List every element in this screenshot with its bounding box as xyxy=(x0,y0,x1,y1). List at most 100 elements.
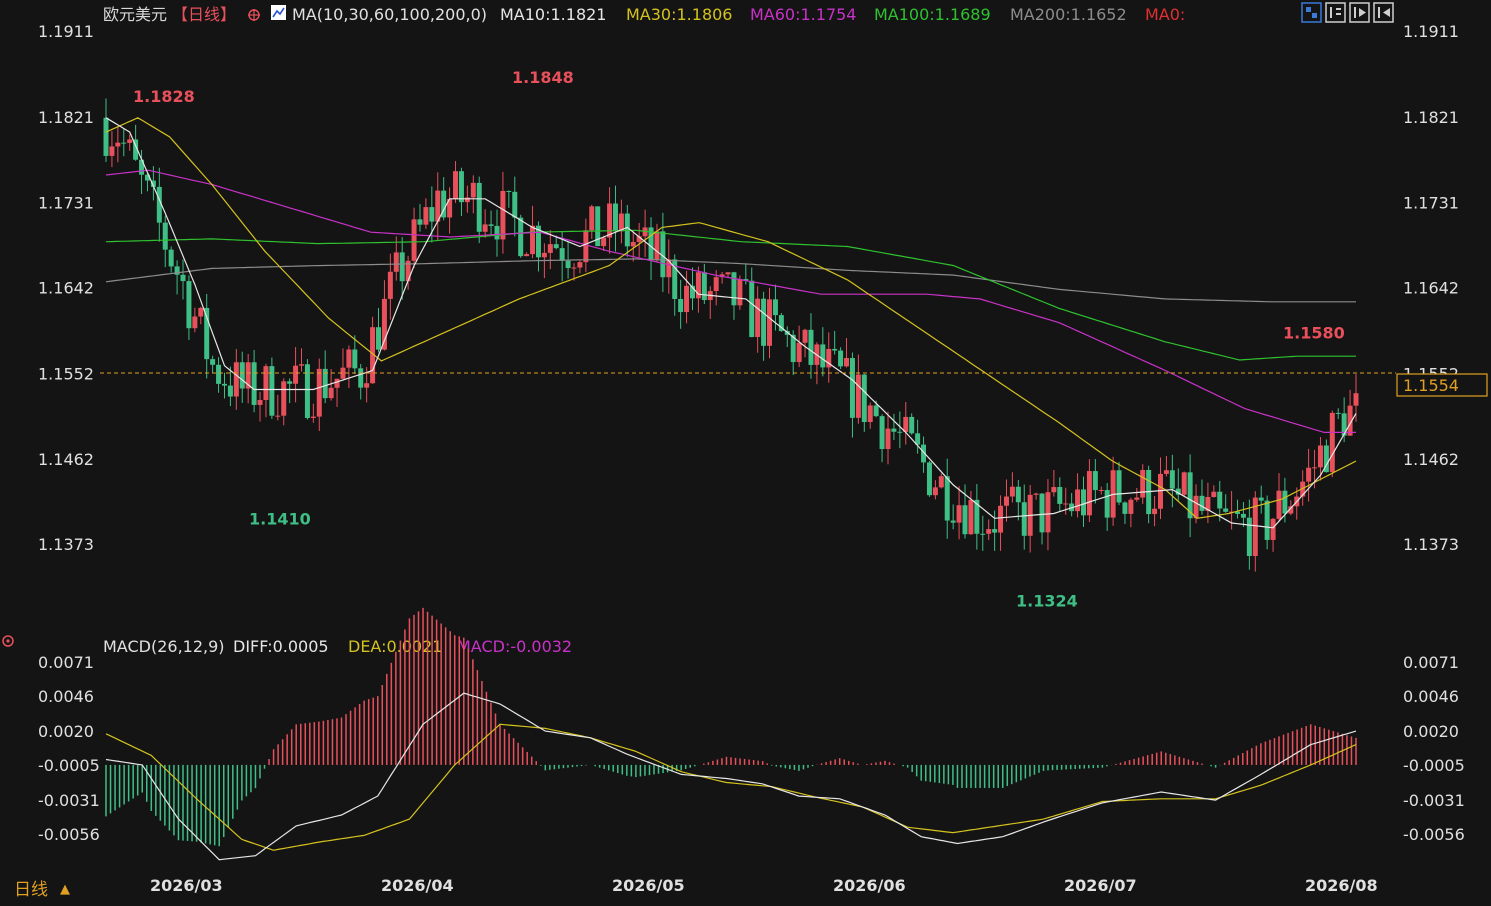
symbol-title: 欧元美元 xyxy=(103,5,167,24)
candle-body xyxy=(275,415,281,417)
date-tick: 2026/08 xyxy=(1305,876,1378,895)
candle-body xyxy=(227,385,233,397)
forex-chart[interactable]: 欧元美元 【日线】 MA(10,30,60,100,200,0) MA10:1.… xyxy=(0,0,1491,906)
candle[interactable] xyxy=(269,357,275,419)
candle-body xyxy=(488,224,494,226)
candle[interactable] xyxy=(1181,471,1187,497)
period-tag[interactable]: 【日线】 xyxy=(172,5,236,24)
candle-body xyxy=(684,285,690,313)
candle-body xyxy=(1021,502,1027,536)
candle-body xyxy=(713,277,719,292)
macd-tick-left: 0.0020 xyxy=(38,722,94,741)
candle-body xyxy=(1240,513,1246,518)
price-tick-right: 1.1373 xyxy=(1403,535,1459,554)
price-tick-left: 1.1642 xyxy=(38,279,94,298)
candle-body xyxy=(500,190,506,240)
candle-body xyxy=(968,499,974,535)
candle-body xyxy=(1128,499,1134,514)
candle-body xyxy=(962,505,968,535)
candle-body xyxy=(393,252,399,272)
price-tick-right: 1.1731 xyxy=(1403,194,1459,213)
candle-body xyxy=(820,344,826,368)
candle-body xyxy=(1015,486,1021,503)
price-tick-left: 1.1821 xyxy=(38,108,94,127)
price-tick-left: 1.1911 xyxy=(38,22,94,41)
candle-body xyxy=(980,533,986,535)
price-tick-left: 1.1373 xyxy=(38,535,94,554)
candle[interactable] xyxy=(1329,410,1335,478)
candle-body xyxy=(1009,486,1015,497)
macd-tick-right: 0.0046 xyxy=(1403,687,1459,706)
candle-body xyxy=(855,374,861,418)
candle-body xyxy=(849,358,855,418)
candle-body xyxy=(802,329,808,343)
date-tick: 2026/03 xyxy=(150,876,223,895)
macd-hist-value: MACD:-0.0032 xyxy=(457,637,572,656)
candle-body xyxy=(767,299,773,346)
current-price-value: 1.1554 xyxy=(1403,376,1459,395)
price-annotation-low: 1.1410 xyxy=(249,510,311,529)
candle-body xyxy=(476,182,482,232)
candle[interactable] xyxy=(926,461,932,497)
candle-body xyxy=(861,374,867,423)
ma60-value: MA60:1.1754 xyxy=(750,5,856,24)
candle-body xyxy=(1122,502,1128,514)
candle-body xyxy=(749,280,755,337)
candle-body xyxy=(346,349,352,368)
price-annotation-low: 1.1324 xyxy=(1016,592,1078,611)
candle-body xyxy=(512,191,518,218)
candle-body xyxy=(755,298,761,337)
candle-body xyxy=(1075,489,1081,512)
candle-body xyxy=(1051,487,1057,493)
candle-body xyxy=(458,171,464,203)
candle-body xyxy=(1063,503,1069,505)
price-tick-left: 1.1462 xyxy=(38,450,94,469)
candle-body xyxy=(772,299,778,316)
candle-body xyxy=(1134,497,1140,500)
candle-body xyxy=(1199,495,1205,511)
candle-body xyxy=(387,271,393,299)
price-annotation-high: 1.1828 xyxy=(133,87,195,106)
candle-body xyxy=(1264,500,1270,540)
candle-body xyxy=(986,529,992,534)
candle-body xyxy=(950,520,956,523)
candle-body xyxy=(1086,471,1092,516)
candle-body xyxy=(1329,412,1335,473)
candle-body xyxy=(1193,495,1199,519)
candle-body xyxy=(1181,472,1187,495)
candle-body xyxy=(364,383,370,388)
candle-body xyxy=(127,139,133,143)
candle-body xyxy=(547,244,553,253)
candle-body xyxy=(1116,470,1122,503)
candle-body xyxy=(541,252,547,258)
macd-tick-left: -0.0031 xyxy=(38,791,100,810)
candle-body xyxy=(257,400,263,405)
macd-tick-right: -0.0005 xyxy=(1403,756,1465,775)
candle-body xyxy=(1140,469,1146,498)
candle-body xyxy=(932,487,938,496)
candle-body xyxy=(832,348,838,351)
candle-body xyxy=(1270,518,1276,540)
candle-body xyxy=(281,381,287,416)
candle-body xyxy=(310,416,316,418)
candle-body xyxy=(701,272,707,301)
candle-body xyxy=(180,274,186,282)
candle-body xyxy=(216,364,222,384)
candle-body xyxy=(879,416,885,450)
ma200-value: MA200:1.1652 xyxy=(1010,5,1127,24)
candle[interactable] xyxy=(737,275,743,310)
candle-body xyxy=(518,217,524,257)
price-annotation-high: 1.1848 xyxy=(512,68,574,87)
candle-body xyxy=(1258,497,1264,501)
ma10-value: MA10:1.1821 xyxy=(500,5,606,24)
candle-body xyxy=(530,225,536,255)
date-tick: 2026/06 xyxy=(833,876,906,895)
price-tick-right: 1.1911 xyxy=(1403,22,1459,41)
candle-body xyxy=(506,190,512,192)
candle[interactable] xyxy=(838,347,844,370)
date-tick: 2026/05 xyxy=(612,876,685,895)
indicator-settings-icon[interactable] xyxy=(271,5,286,20)
candle-body xyxy=(221,383,227,386)
price-annotation-high: 1.1580 xyxy=(1283,324,1345,343)
candle-body xyxy=(873,405,879,417)
